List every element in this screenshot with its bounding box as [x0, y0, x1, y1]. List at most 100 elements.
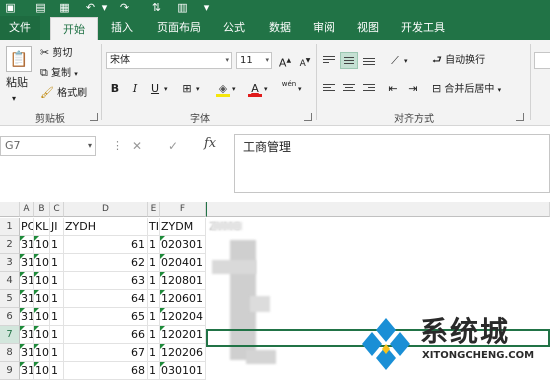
grid-cell[interactable]: 1: [50, 362, 64, 380]
grid-cell[interactable]: 1: [50, 272, 64, 290]
grid-cell[interactable]: 1: [148, 254, 160, 272]
grid-cell[interactable]: 1: [148, 308, 160, 326]
grid-cell[interactable]: PC: [20, 218, 34, 236]
grid-cell[interactable]: 120201: [160, 326, 206, 344]
row-header[interactable]: 6: [0, 308, 20, 326]
grid-cell[interactable]: ZYDM: [160, 218, 206, 236]
grid-cell[interactable]: 1: [50, 326, 64, 344]
row-header[interactable]: 9: [0, 362, 20, 380]
font-color-dropdown-icon[interactable]: ▾: [264, 82, 268, 96]
form-icon[interactable]: ▥: [176, 1, 189, 14]
row-header[interactable]: 2: [0, 236, 20, 254]
grid-cell[interactable]: ZYDH: [64, 218, 148, 236]
row-header[interactable]: 8: [0, 344, 20, 362]
grid-cell[interactable]: 1: [50, 254, 64, 272]
wrap-text-button[interactable]: ⮐ 自动换行: [432, 53, 485, 68]
grid-cell[interactable]: TI: [148, 218, 160, 236]
cancel-icon[interactable]: ✕: [132, 139, 142, 153]
decrease-indent-icon[interactable]: ⇤: [384, 80, 402, 97]
tab-data[interactable]: 数据: [260, 16, 300, 40]
tab-formulas[interactable]: 公式: [214, 16, 254, 40]
grid-cell[interactable]: 120204: [160, 308, 206, 326]
undo-dropdown-icon[interactable]: ▾: [98, 1, 111, 14]
select-all-corner[interactable]: [0, 202, 20, 217]
undo-icon[interactable]: ↶: [84, 1, 97, 14]
formula-options-icon[interactable]: ⋮: [112, 139, 123, 153]
tab-insert[interactable]: 插入: [100, 16, 144, 40]
customize-toolbar-icon[interactable]: ▾: [200, 1, 213, 14]
grid-cell[interactable]: 66: [64, 326, 148, 344]
row-header[interactable]: 4: [0, 272, 20, 290]
enter-icon[interactable]: ✓: [168, 139, 178, 153]
tab-file[interactable]: 文件: [0, 16, 40, 40]
column-header[interactable]: A: [20, 202, 34, 217]
phonetic-button[interactable]: wén: [280, 80, 298, 97]
underline-dropdown-icon[interactable]: ▾: [164, 82, 168, 96]
merge-center-button[interactable]: ⊟ 合并后居中 ▾: [432, 82, 501, 97]
grid-cell[interactable]: JI: [50, 218, 64, 236]
grid-cell[interactable]: 1: [148, 236, 160, 254]
grid-cell[interactable]: 020401: [160, 254, 206, 272]
tab-developer[interactable]: 开发工具: [392, 16, 454, 40]
column-header[interactable]: F: [160, 202, 206, 217]
phonetic-dropdown-icon[interactable]: ▾: [298, 82, 302, 96]
paste-button[interactable]: 粘贴: [6, 76, 28, 90]
font-name-select[interactable]: 宋体 ▾: [106, 52, 232, 69]
tab-review[interactable]: 审阅: [304, 16, 344, 40]
grid-cell[interactable]: 020301: [160, 236, 206, 254]
tab-home[interactable]: 开始: [50, 17, 98, 40]
grid-cell[interactable]: 1: [148, 326, 160, 344]
grid-cell[interactable]: 1: [148, 272, 160, 290]
orientation-icon[interactable]: ⟋: [386, 52, 404, 69]
grid-cell[interactable]: 1: [50, 290, 64, 308]
clipboard-launcher-icon[interactable]: [90, 113, 98, 121]
grid-cell[interactable]: 030101: [160, 362, 206, 380]
grid-cell[interactable]: 1: [148, 344, 160, 362]
save-icon[interactable]: ▤: [34, 1, 47, 14]
italic-button[interactable]: I: [126, 80, 144, 97]
grid-cell[interactable]: 120206: [160, 344, 206, 362]
grid-cell[interactable]: 1: [148, 290, 160, 308]
grid-cell[interactable]: 1: [50, 236, 64, 254]
grid-cell[interactable]: 63: [64, 272, 148, 290]
formula-input[interactable]: 工商管理: [234, 134, 550, 193]
underline-button[interactable]: U: [146, 80, 164, 97]
font-size-select[interactable]: 11 ▾: [236, 52, 272, 69]
grid-cell[interactable]: 1: [148, 362, 160, 380]
orientation-dropdown-icon[interactable]: ▾: [404, 54, 408, 68]
fill-color-dropdown-icon[interactable]: ▾: [232, 82, 236, 96]
row-header[interactable]: 7: [0, 326, 20, 344]
name-box[interactable]: G7 ▾: [0, 136, 96, 156]
number-format-select[interactable]: [534, 52, 550, 69]
grid-cell[interactable]: 68: [64, 362, 148, 380]
grid-cell[interactable]: 65: [64, 308, 148, 326]
paste-icon[interactable]: 📋: [6, 46, 32, 72]
column-header[interactable]: B: [34, 202, 50, 217]
grid-cell[interactable]: 61: [64, 236, 148, 254]
align-left-button[interactable]: [320, 80, 338, 97]
format-painter-button[interactable]: 🖌 格式刷: [40, 86, 87, 101]
grid-cell[interactable]: 64: [64, 290, 148, 308]
grid-cell[interactable]: 1: [50, 308, 64, 326]
column-header-g[interactable]: [206, 202, 550, 217]
align-top-button[interactable]: [320, 52, 338, 69]
grid-cell[interactable]: 62: [64, 254, 148, 272]
borders-dropdown-icon[interactable]: ▾: [196, 82, 200, 96]
tab-page-layout[interactable]: 页面布局: [148, 16, 210, 40]
grid-cell[interactable]: KLD!: [34, 218, 50, 236]
alignment-launcher-icon[interactable]: [516, 113, 524, 121]
grid-cell[interactable]: 67: [64, 344, 148, 362]
grid-cell[interactable]: 120601: [160, 290, 206, 308]
shrink-font-button[interactable]: A▼: [296, 52, 314, 69]
sort-icon[interactable]: ⇅: [150, 1, 163, 14]
increase-indent-icon[interactable]: ⇥: [404, 80, 422, 97]
row-header[interactable]: 1: [0, 218, 20, 236]
font-launcher-icon[interactable]: [304, 113, 312, 121]
paste-dropdown-icon[interactable]: ▾: [12, 92, 16, 106]
align-center-button[interactable]: [340, 80, 358, 97]
font-color-button[interactable]: A: [246, 80, 264, 97]
borders-icon[interactable]: ⊞: [178, 80, 196, 97]
row-header[interactable]: 3: [0, 254, 20, 272]
redo-icon[interactable]: ↷: [118, 1, 131, 14]
tab-view[interactable]: 视图: [348, 16, 388, 40]
